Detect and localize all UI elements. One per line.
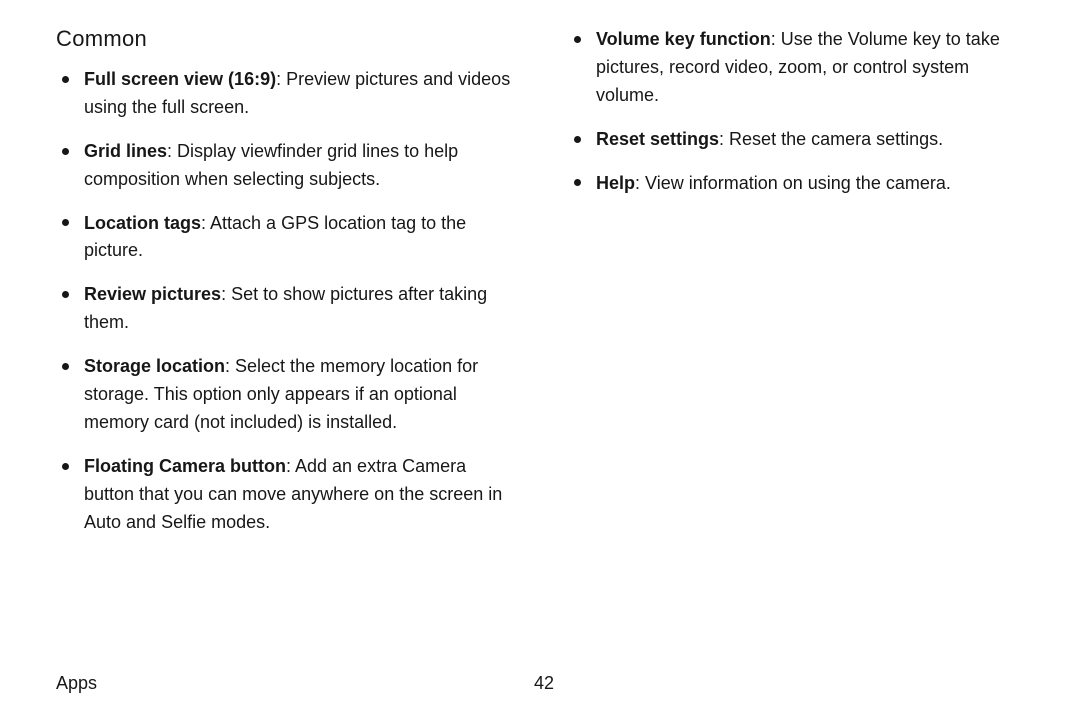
item-desc: : Reset the camera settings. [719, 129, 943, 149]
left-list: Full screen view (16:9): Preview picture… [56, 66, 520, 536]
list-item: Grid lines: Display viewfinder grid line… [56, 138, 520, 194]
item-term: Floating Camera button [84, 456, 286, 476]
item-term: Help [596, 173, 635, 193]
list-item: Full screen view (16:9): Preview picture… [56, 66, 520, 122]
item-desc: : View information on using the camera. [635, 173, 951, 193]
list-item: Help: View information on using the came… [568, 170, 1032, 198]
list-item: Storage location: Select the memory loca… [56, 353, 520, 437]
item-term: Full screen view (16:9) [84, 69, 276, 89]
left-column: Common Full screen view (16:9): Preview … [56, 24, 520, 552]
document-page: Common Full screen view (16:9): Preview … [0, 0, 1080, 720]
section-heading: Common [56, 26, 520, 52]
right-column: Volume key function: Use the Volume key … [568, 24, 1032, 552]
content-columns: Common Full screen view (16:9): Preview … [56, 24, 1032, 552]
page-footer: Apps 42 [56, 673, 1032, 694]
footer-page-number: 42 [534, 673, 554, 694]
item-term: Grid lines [84, 141, 167, 161]
item-term: Volume key function [596, 29, 771, 49]
footer-section-label: Apps [56, 673, 97, 694]
right-list: Volume key function: Use the Volume key … [568, 26, 1032, 197]
item-term: Storage location [84, 356, 225, 376]
item-term: Reset settings [596, 129, 719, 149]
list-item: Volume key function: Use the Volume key … [568, 26, 1032, 110]
list-item: Floating Camera button: Add an extra Cam… [56, 453, 520, 537]
item-term: Location tags [84, 213, 201, 233]
list-item: Location tags: Attach a GPS location tag… [56, 210, 520, 266]
list-item: Review pictures: Set to show pictures af… [56, 281, 520, 337]
list-item: Reset settings: Reset the camera setting… [568, 126, 1032, 154]
item-term: Review pictures [84, 284, 221, 304]
